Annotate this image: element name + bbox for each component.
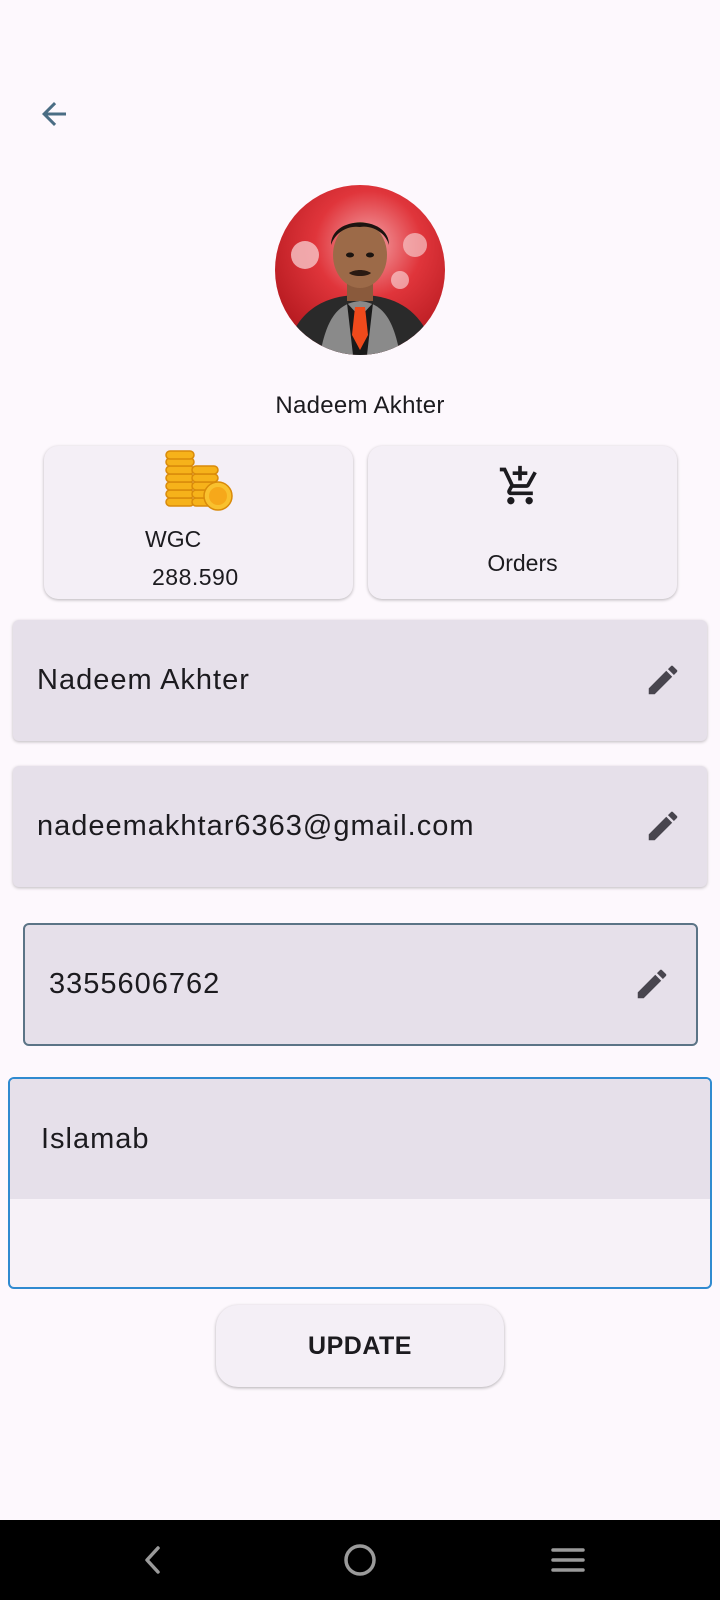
profile-name: Nadeem Akhter — [275, 392, 445, 419]
address-input[interactable]: Islamab — [41, 1079, 150, 1199]
wgc-balance: 288.590 — [152, 564, 239, 590]
pencil-icon — [648, 811, 678, 841]
update-button[interactable]: UPDATE — [216, 1305, 504, 1387]
wgc-label: WGC — [145, 526, 202, 552]
orders-card[interactable]: Orders — [368, 446, 677, 599]
nav-menu-button[interactable] — [543, 1540, 593, 1580]
profile-photo — [275, 185, 445, 355]
email-value: nadeemakhtar6363@gmail.com — [37, 810, 475, 842]
edit-name-button[interactable] — [643, 660, 683, 700]
nav-back-button[interactable] — [128, 1540, 178, 1580]
back-chevron-icon — [145, 1546, 160, 1574]
profile-screen: Nadeem Akhter WGC 288.590 Orders Nadeem … — [0, 0, 720, 1600]
wgc-card[interactable]: WGC 288.590 — [44, 446, 353, 599]
pencil-icon — [637, 969, 667, 999]
avatar[interactable] — [275, 185, 445, 355]
home-circle-icon — [344, 1544, 376, 1576]
phone-value: 3355606762 — [49, 968, 221, 1000]
back-button[interactable] — [28, 88, 80, 140]
address-field[interactable]: Islamab — [8, 1077, 712, 1289]
email-field[interactable]: nadeemakhtar6363@gmail.com — [13, 766, 707, 887]
menu-icon — [551, 1548, 585, 1572]
orders-label: Orders — [487, 550, 558, 576]
coins-icon — [165, 450, 233, 511]
phone-field[interactable]: 3355606762 — [23, 923, 698, 1046]
arrow-back-icon — [42, 102, 66, 126]
edit-phone-button[interactable] — [632, 964, 672, 1004]
nav-home-button[interactable] — [335, 1540, 385, 1580]
name-field[interactable]: Nadeem Akhter — [13, 620, 707, 741]
name-value: Nadeem Akhter — [37, 664, 250, 696]
pencil-icon — [648, 665, 678, 695]
add-shopping-cart-icon — [499, 465, 537, 505]
system-nav-bar — [0, 1520, 720, 1600]
edit-email-button[interactable] — [643, 806, 683, 846]
